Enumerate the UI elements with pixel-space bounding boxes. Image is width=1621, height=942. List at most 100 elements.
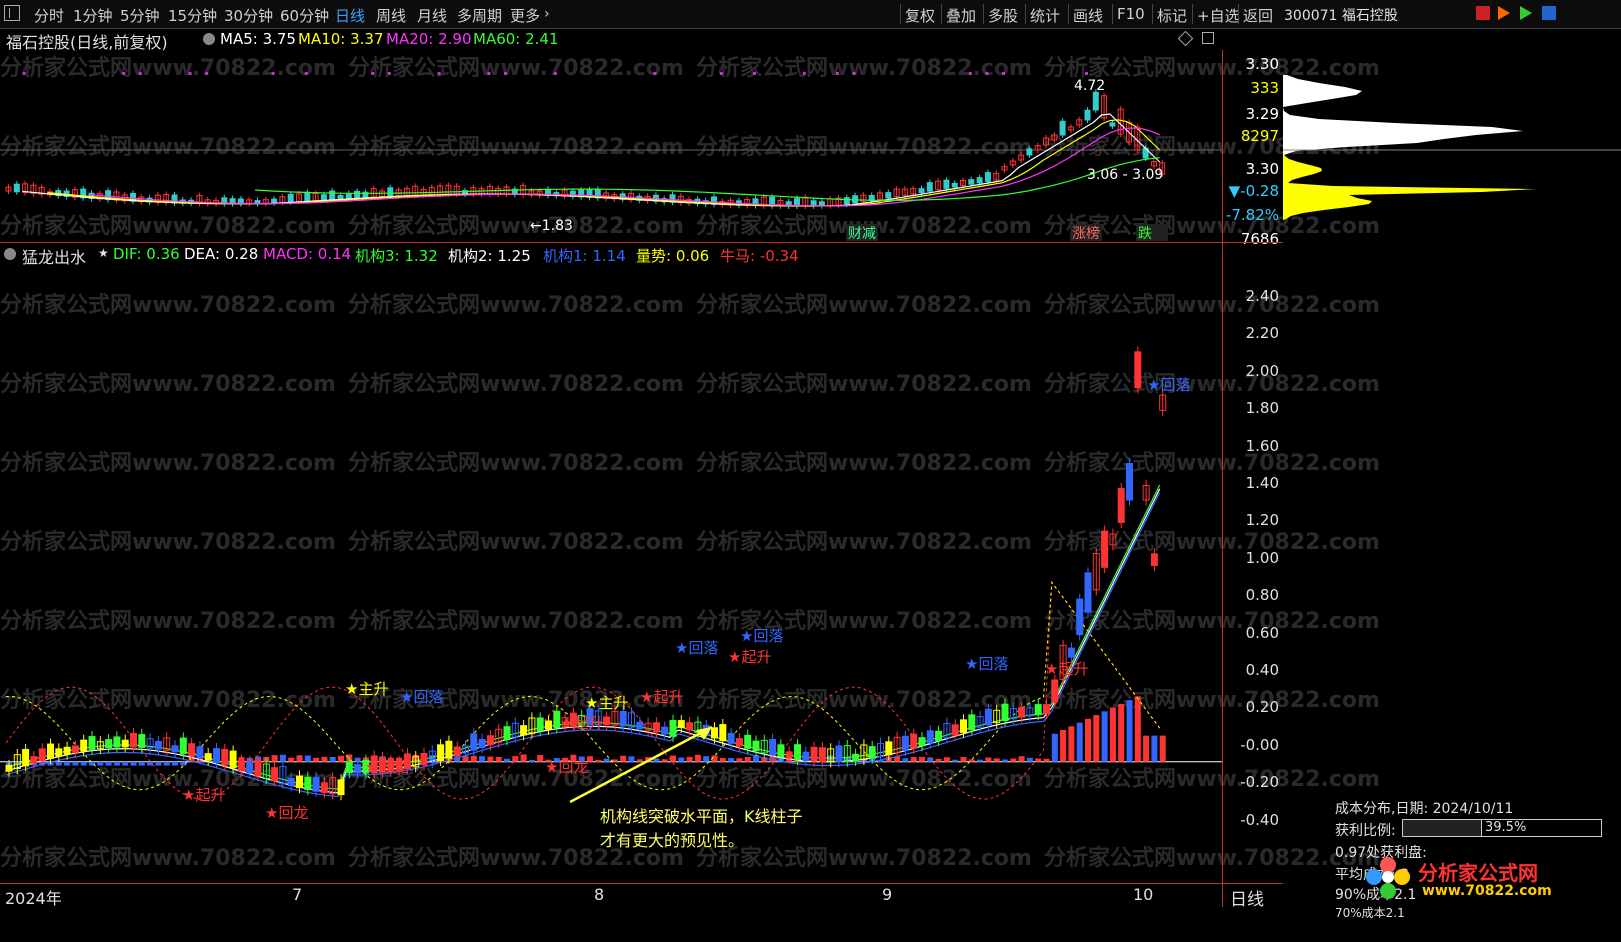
histogram-bar [910, 756, 917, 762]
candle-body [1026, 148, 1033, 156]
indicator-candle-body [30, 756, 38, 764]
indicator-axis-label: 1.80 [1245, 399, 1279, 418]
flag-icon[interactable] [1476, 6, 1490, 20]
indicator-candle-body [802, 751, 810, 761]
toolbar-action-3[interactable]: 统计 [1030, 5, 1060, 26]
period-tab-1[interactable]: 1分钟 [73, 5, 113, 26]
toolbar-action-1[interactable]: 叠加 [946, 5, 976, 26]
toolbar-action-4[interactable]: 画线 [1073, 5, 1103, 26]
indicator-candle-body [735, 738, 743, 747]
indicator-candle-body [55, 748, 63, 757]
period-tab-8[interactable]: 月线 [417, 5, 447, 26]
indicator-candle-body [520, 725, 528, 736]
histogram-bar [670, 755, 676, 762]
candle-body [976, 177, 983, 184]
toolbar-action-6[interactable]: 标记 [1157, 5, 1187, 26]
period-tab-3[interactable]: 15分钟 [168, 5, 217, 26]
period-tab-4[interactable]: 30分钟 [224, 5, 273, 26]
signal-label: ★起升 [182, 786, 225, 804]
toolbar-action-5[interactable]: F10 [1117, 5, 1145, 23]
indicator-candle-body [287, 777, 295, 787]
histogram-bar [1051, 733, 1058, 762]
signal-label: ★回落 [675, 639, 718, 657]
indicator-candle-body [1134, 351, 1142, 389]
period-tab-2[interactable]: 5分钟 [120, 5, 160, 26]
toolbar-action-7[interactable]: +自选 [1197, 5, 1240, 26]
event-dot [1002, 72, 1005, 75]
histogram-bar [163, 761, 170, 766]
histogram-bar [993, 758, 1000, 762]
candle-body [1092, 91, 1099, 111]
chevron-right-icon[interactable]: › [544, 6, 550, 22]
indicator-candle-body [960, 719, 967, 733]
indicator-candle-body [478, 738, 486, 748]
window-icon[interactable] [1202, 32, 1214, 44]
cost-profile-upper [1283, 75, 1523, 155]
toolbar-separator [1238, 4, 1239, 24]
x-axis-label: 2024年 [5, 889, 62, 908]
event-dot [487, 72, 491, 75]
toolbar-separator [1112, 4, 1113, 24]
indicator-axis-label: 1.20 [1245, 511, 1279, 530]
site-logo: 分析家公式网 www.70822.com [1366, 855, 1621, 910]
indicator-chart: ★主升 ★回落 ★起升 ★回龙 ★主升 ★起升 ★回落 ★回落 ★起升 ★回落 ★起升 ★回落 ★起升 ★… [0, 346, 1222, 850]
toolbar-action-8[interactable]: 返回 [1243, 5, 1273, 26]
indicator-candle-body [785, 751, 793, 759]
event-dot [653, 72, 657, 75]
period-label[interactable]: 日线 [1230, 885, 1264, 910]
histogram-bar [1010, 758, 1017, 762]
histogram-bar [64, 761, 71, 766]
toolbar-separator [1068, 4, 1069, 24]
signal-label: ★回落 [740, 627, 783, 645]
histogram-bar [147, 761, 154, 766]
toggle-circle-icon[interactable] [4, 248, 16, 260]
menu-icon[interactable] [4, 5, 20, 21]
indicator-candle-body [445, 740, 453, 759]
histogram-bar [1018, 756, 1025, 762]
histogram-bar [636, 759, 643, 762]
indicator-candle-body [603, 716, 611, 726]
histogram-bar [1109, 707, 1116, 762]
diamond-icon[interactable] [1177, 30, 1194, 47]
indicator-candle-body [910, 733, 918, 749]
arrow-icon[interactable] [1520, 6, 1532, 20]
indicator-candle-body [1101, 530, 1109, 568]
indicator-candle-body [221, 748, 229, 766]
toolbar-action-2[interactable]: 多股 [988, 5, 1018, 26]
histogram-bar [661, 759, 668, 762]
ma-label-1: MA10: 3.37 [298, 30, 384, 48]
chart-bottom-line [1222, 883, 1223, 907]
indicator-candle-body [545, 720, 552, 730]
event-dot [22, 72, 26, 75]
indicator-candle-body [71, 745, 79, 753]
toggle-circle-icon[interactable] [203, 33, 215, 45]
toolbar-action-0[interactable]: 复权 [905, 5, 935, 26]
histogram-bar [1143, 735, 1150, 762]
histogram-bar [1060, 730, 1067, 762]
main-axis-label: 333 [1250, 79, 1279, 97]
main-axis-label: 3.30 [1245, 160, 1279, 178]
indicator-candle-body [63, 746, 71, 755]
institution-2-line [5, 488, 1161, 794]
candle-body [337, 194, 344, 200]
period-tab-10[interactable]: 更多 [510, 5, 540, 26]
chart-icon[interactable] [1542, 6, 1556, 20]
indicator-candle-body [88, 736, 96, 750]
signal-label: ★回龙 [545, 758, 588, 776]
histogram-bar [703, 756, 710, 762]
candle-body [354, 190, 361, 199]
period-tab-6[interactable]: 日线 [335, 5, 365, 26]
play-icon[interactable] [1498, 6, 1510, 20]
period-tab-9[interactable]: 多周期 [457, 5, 502, 26]
indicator-value-2: MACD: 0.14 [263, 245, 352, 263]
period-tab-5[interactable]: 60分钟 [280, 5, 329, 26]
period-tab-7[interactable]: 周线 [376, 5, 406, 26]
period-tab-0[interactable]: 分时 [34, 5, 64, 26]
indicator-candle-body [752, 740, 760, 752]
histogram-bar [678, 757, 685, 762]
histogram-bar [537, 755, 544, 762]
histogram-bar [1101, 711, 1108, 762]
event-dot [138, 72, 142, 75]
histogram-bar [694, 754, 701, 762]
event-dot [205, 72, 209, 75]
